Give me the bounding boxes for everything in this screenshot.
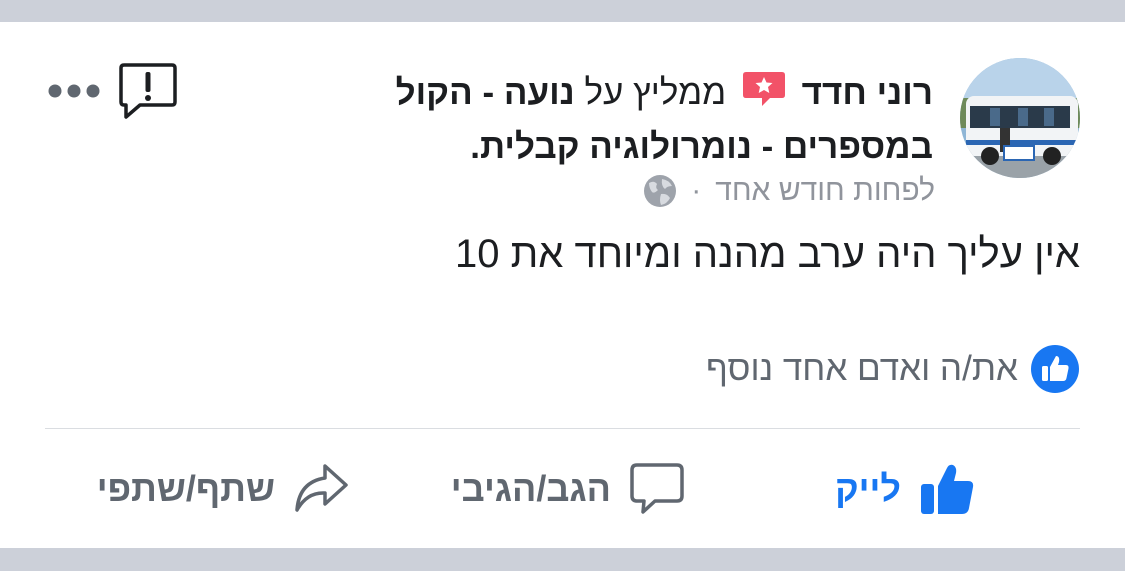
actions-divider (45, 428, 1080, 429)
avatar-image (960, 58, 1080, 178)
more-dots-icon[interactable] (48, 84, 100, 103)
share-button[interactable]: שתף/שתפי (97, 462, 349, 516)
action-bar: לייק הגב/הגיבי שתף/שתפי (0, 452, 1125, 532)
like-button[interactable]: לייק (835, 462, 975, 516)
share-label: שתף/שתפי (96, 468, 275, 509)
post-body: אין עליך היה ערב מהנה ומיוחד את 10 (455, 232, 1080, 276)
post-card: רוני חדד ממליץ על נועה - הקול במספרים - … (0, 22, 1125, 548)
post-header: רוני חדד ממליץ על נועה - הקול במספרים - … (333, 66, 933, 174)
reactions-summary[interactable]: את/ה ואדם אחד נוסף (706, 344, 1080, 394)
recommend-badge-icon (742, 70, 786, 108)
report-icon[interactable] (118, 62, 178, 125)
thumbs-up-icon (919, 462, 975, 516)
like-label: לייק (835, 468, 901, 509)
timestamp[interactable]: לפחות חודש אחד (715, 174, 935, 208)
recommends-text: ממליץ על (584, 73, 727, 112)
avatar[interactable] (960, 58, 1080, 178)
share-icon (293, 462, 349, 516)
comment-label: הגב/הגיבי (450, 468, 611, 509)
comment-icon (629, 462, 685, 516)
author-name[interactable]: רוני חדד (802, 73, 933, 112)
comment-button[interactable]: הגב/הגיבי (451, 462, 685, 516)
post-options (48, 62, 178, 125)
meta-separator: · (691, 174, 702, 207)
post-meta: לפחות חודש אחד · (643, 174, 935, 208)
like-reaction-icon (1030, 344, 1080, 394)
globe-icon (643, 174, 677, 208)
reactions-text: את/ה ואדם אחד נוסף (706, 349, 1018, 388)
